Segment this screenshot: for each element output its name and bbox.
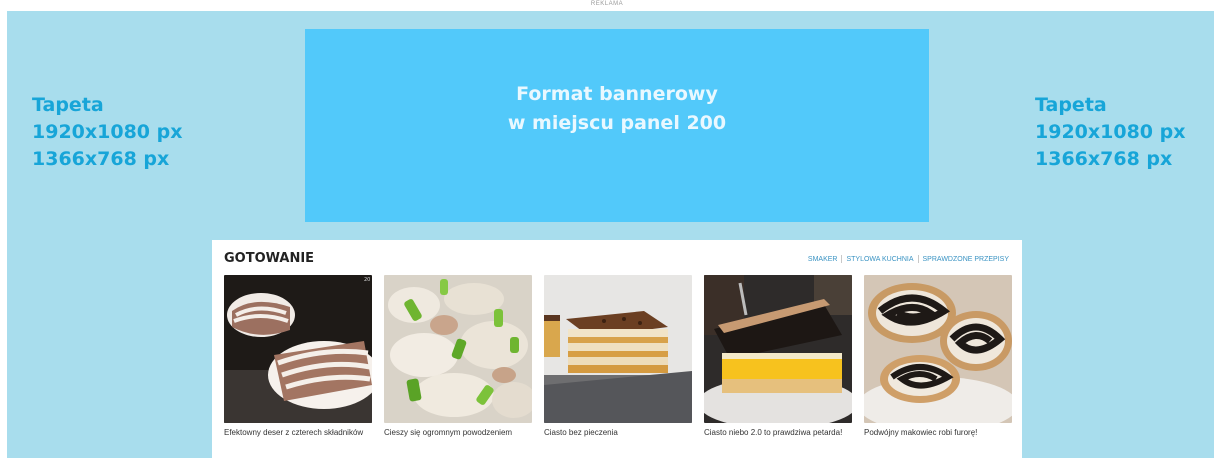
banner-line-2: w miejscu panel 200	[507, 112, 727, 134]
recipe-card-title[interactable]: Ciasto bez pieczenia	[544, 428, 684, 438]
wallpaper-label-right-size-1: 1920x1080 px	[1035, 121, 1186, 143]
wallpaper-label-left-size-2: 1366x768 px	[32, 148, 170, 170]
poppy-seed-roll-image[interactable]	[864, 275, 1012, 423]
recipe-card[interactable]: Podwójny makowiec robi furorę!	[864, 275, 1012, 438]
banner-ad[interactable]: Format bannerowy w miejscu panel 200	[305, 29, 929, 222]
recipes-panel: GOTOWANIE SMAKER STYLOWA KUCHNIA SPRAWDZ…	[212, 240, 1022, 458]
ad-label: REKLAMA	[590, 1, 624, 7]
recipe-card[interactable]: Cieszy się ogromnym powodzeniem	[384, 275, 532, 438]
panel-title[interactable]: GOTOWANIE	[224, 251, 314, 266]
recipe-card[interactable]: Ciasto niebo 2.0 to prawdziwa petarda!	[704, 275, 852, 438]
link-stylowa-kuchnia[interactable]: STYLOWA KUCHNIA	[846, 256, 913, 263]
recipe-card-title[interactable]: Efektowny deser z czterech składników	[224, 428, 364, 438]
recipe-card-list: 20 Efektowny deser z czterech składników	[224, 275, 1012, 438]
wallpaper-label-right-size-2: 1366x768 px	[1035, 148, 1173, 170]
recipe-card-title[interactable]: Podwójny makowiec robi furorę!	[864, 428, 1004, 438]
wallpaper-label-right: Tapeta 1920x1080 px 1366x768 px	[1035, 92, 1186, 173]
wallpaper-label-left-size-1: 1920x1080 px	[32, 121, 183, 143]
recipe-card-title[interactable]: Cieszy się ogromnym powodzeniem	[384, 428, 524, 438]
link-divider	[841, 255, 843, 263]
wallpaper-label-left: Tapeta 1920x1080 px 1366x768 px	[32, 92, 183, 173]
recipe-card-title[interactable]: Ciasto niebo 2.0 to prawdziwa petarda!	[704, 428, 844, 438]
marble-dessert-image[interactable]: 20	[224, 275, 372, 423]
layered-cake-image[interactable]	[544, 275, 692, 423]
salad-with-chives-image[interactable]	[384, 275, 532, 423]
link-smaker[interactable]: SMAKER	[808, 256, 838, 263]
panel-links: SMAKER STYLOWA KUCHNIA SPRAWDZONE PRZEPI…	[808, 255, 1009, 263]
recipe-card[interactable]: 20 Efektowny deser z czterech składników	[224, 275, 372, 438]
orange-layer-cake-image[interactable]	[704, 275, 852, 423]
wallpaper-label-left-title: Tapeta	[32, 94, 104, 116]
banner-text: Format bannerowy w miejscu panel 200	[508, 80, 726, 138]
link-divider	[917, 255, 919, 263]
svg-text:20: 20	[364, 277, 370, 283]
banner-line-1: Format bannerowy	[516, 83, 718, 105]
link-sprawdzone-przepisy[interactable]: SPRAWDZONE PRZEPISY	[923, 256, 1009, 263]
wallpaper-label-right-title: Tapeta	[1035, 94, 1107, 116]
recipe-card[interactable]: Ciasto bez pieczenia	[544, 275, 692, 438]
